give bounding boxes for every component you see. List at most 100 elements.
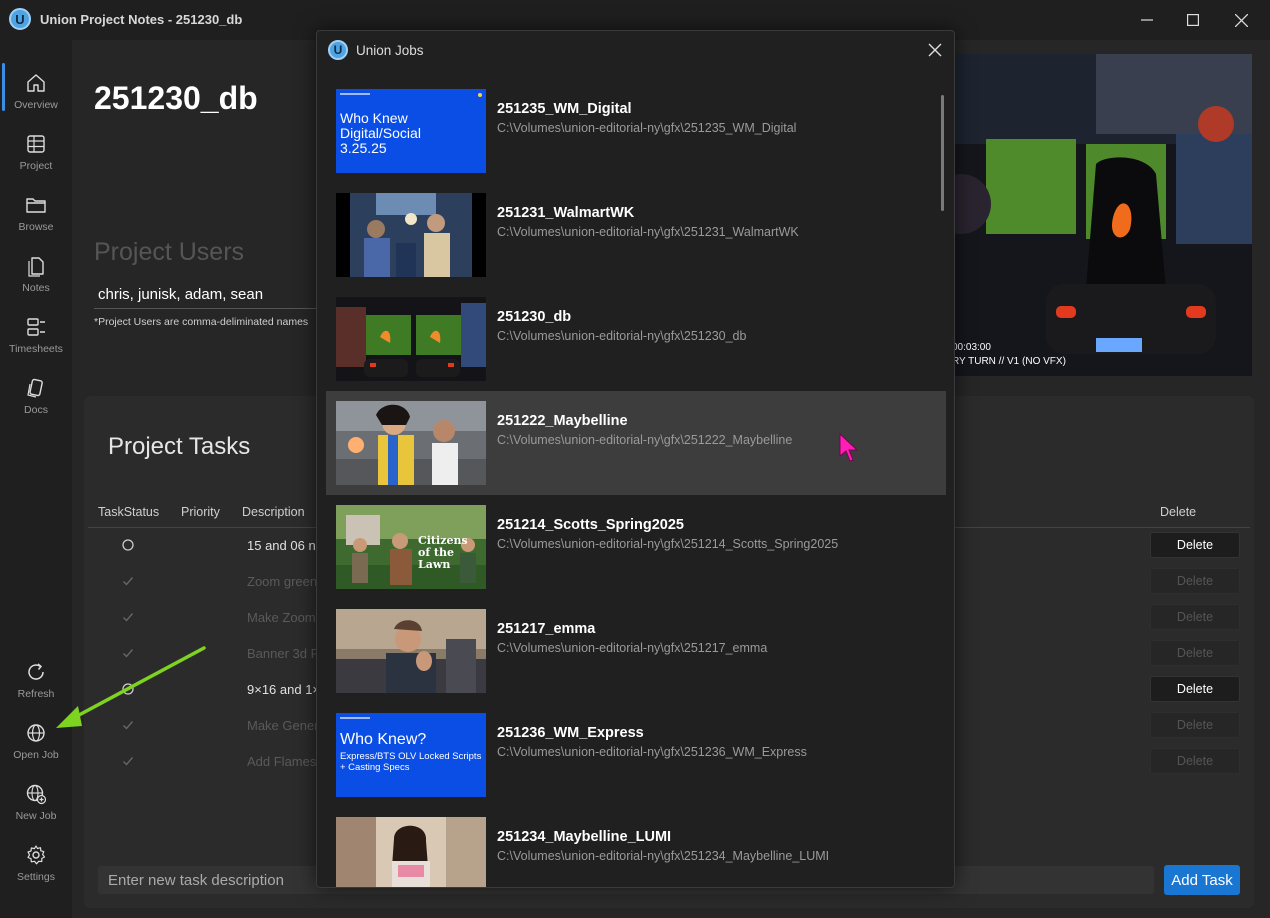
notes-icon [28, 257, 44, 277]
sidebar-item-browse[interactable]: Browse [0, 192, 72, 250]
annotation-arrow [56, 646, 206, 728]
sidebar-item-new-job[interactable]: New Job [0, 781, 72, 839]
job-thumbnail [336, 401, 486, 485]
dialog-title: Union Jobs [356, 43, 424, 58]
col-delete: Delete [1160, 505, 1197, 519]
task-description[interactable]: Make Zoom [247, 610, 316, 625]
preview-caption: RY TURN // V1 (NO VFX) [952, 356, 1066, 367]
list-item[interactable]: Who Knew? Express/BTS OLV Locked Scripts… [326, 703, 946, 807]
sidebar-item-docs[interactable]: Docs [0, 375, 72, 433]
project-users-note: *Project Users are comma-deliminated nam… [94, 316, 309, 328]
status-done-icon[interactable] [122, 611, 134, 623]
sidebar-item-settings[interactable]: Settings [0, 842, 72, 900]
job-name: 251214_Scotts_Spring2025 [497, 517, 684, 533]
list-item[interactable]: 251231_WalmartWK C:\Volumes\union-editor… [326, 183, 946, 287]
thumbnail-text: Who Knew? [340, 731, 427, 748]
job-name: 251217_emma [497, 621, 596, 637]
delete-button[interactable]: Delete [1150, 604, 1240, 630]
job-name: 251222_Maybelline [497, 413, 628, 429]
list-item[interactable]: 251230_db C:\Volumes\union-editorial-ny\… [326, 287, 946, 391]
add-task-button[interactable]: Add Task [1164, 865, 1240, 895]
task-description[interactable]: Banner 3d R [247, 646, 320, 661]
sidebar-item-project[interactable]: Project [0, 131, 72, 189]
job-name: 251235_WM_Digital [497, 101, 632, 117]
job-thumbnail: Who Knew Digital/Social 3.25.25 [336, 89, 486, 173]
job-thumbnail: Citizens of the Lawn [336, 505, 486, 589]
minimize-icon [1141, 19, 1153, 21]
list-item[interactable]: Citizens of the Lawn 251214_Scotts_Sprin… [326, 495, 946, 599]
sidebar: Overview Project Browse Notes Timesheets… [0, 40, 72, 918]
job-name: 251230_db [497, 309, 572, 325]
project-users-input[interactable]: chris, junisk, adam, sean [94, 281, 334, 309]
job-thumbnail [336, 193, 486, 277]
scrollbar[interactable] [941, 95, 944, 211]
delete-button[interactable]: Delete [1150, 532, 1240, 558]
sidebar-item-label: Project [19, 160, 53, 172]
delete-button[interactable]: Delete [1150, 712, 1240, 738]
project-preview-image: 00:03:00 RY TURN // V1 (NO VFX) [946, 54, 1252, 376]
close-button[interactable] [1218, 6, 1264, 34]
maximize-button[interactable] [1170, 6, 1216, 34]
maximize-icon [1187, 14, 1199, 26]
col-taskstatus[interactable]: TaskStatus [98, 505, 159, 519]
sidebar-item-timesheets[interactable]: Timesheets [0, 314, 72, 372]
sidebar-item-label: Settings [17, 871, 55, 883]
delete-button[interactable]: Delete [1150, 640, 1240, 666]
job-thumbnail: Who Knew? Express/BTS OLV Locked Scripts… [336, 713, 486, 797]
page-title: 251230_db [94, 80, 258, 116]
delete-button[interactable]: Delete [1150, 568, 1240, 594]
task-description[interactable]: 15 and 06 no [247, 538, 323, 553]
mouse-cursor-icon [839, 432, 859, 462]
job-thumbnail [336, 609, 486, 693]
sidebar-item-label: Notes [22, 282, 50, 294]
status-done-icon[interactable] [122, 755, 134, 767]
list-item[interactable]: 251234_Maybelline_LUMI C:\Volumes\union-… [326, 807, 946, 887]
project-users-heading: Project Users [94, 238, 245, 266]
list-item[interactable]: 251217_emma C:\Volumes\union-editorial-n… [326, 599, 946, 703]
sidebar-item-notes[interactable]: Notes [0, 253, 72, 311]
minimize-button[interactable] [1124, 6, 1170, 34]
status-done-icon[interactable] [122, 575, 134, 587]
close-icon [1234, 13, 1248, 27]
thumbnail-text: Citizens of the Lawn [418, 534, 468, 571]
sidebar-item-label: Browse [18, 221, 54, 233]
folder-icon [26, 198, 46, 213]
job-path: C:\Volumes\union-editorial-ny\gfx\251235… [497, 121, 797, 135]
delete-button[interactable]: Delete [1150, 748, 1240, 774]
sidebar-item-label: Overview [14, 99, 58, 111]
status-open-icon[interactable] [122, 539, 134, 551]
job-path: C:\Volumes\union-editorial-ny\gfx\251214… [497, 537, 839, 551]
gear-icon [27, 845, 46, 865]
sidebar-item-label: Timesheets [9, 343, 63, 355]
job-name: 251234_Maybelline_LUMI [497, 829, 672, 845]
col-priority[interactable]: Priority [181, 505, 220, 519]
sidebar-item-label: Refresh [17, 688, 55, 700]
thumbnail-text: Who Knew Digital/Social 3.25.25 [340, 110, 421, 156]
col-description[interactable]: Description [242, 505, 305, 519]
task-description[interactable]: Make Gener [247, 718, 319, 733]
globe-icon [27, 724, 45, 742]
task-description[interactable]: 9×16 and 1× [247, 682, 320, 697]
task-description[interactable]: Zoom green [247, 574, 317, 589]
thumbnail-subtext: Express/BTS OLV Locked Scripts + Casting… [340, 751, 482, 773]
home-icon [27, 74, 45, 92]
sidebar-item-label: Docs [24, 404, 48, 416]
timesheet-icon [27, 318, 45, 336]
job-path: C:\Volumes\union-editorial-ny\gfx\251230… [497, 329, 747, 343]
job-path: C:\Volumes\union-editorial-ny\gfx\251231… [497, 225, 799, 239]
docs-icon [27, 378, 43, 398]
sidebar-item-overview[interactable]: Overview [0, 70, 72, 128]
close-icon[interactable] [925, 40, 945, 60]
job-thumbnail [336, 817, 486, 887]
app-logo: U [9, 8, 31, 30]
job-name: 251231_WalmartWK [497, 205, 635, 221]
job-path: C:\Volumes\union-editorial-ny\gfx\251217… [497, 641, 768, 655]
job-path: C:\Volumes\union-editorial-ny\gfx\251222… [497, 433, 793, 447]
globe-plus-icon [26, 784, 47, 805]
list-item[interactable]: Who Knew Digital/Social 3.25.25 251235_W… [326, 79, 946, 183]
task-description[interactable]: Add Flames [247, 754, 316, 769]
job-list[interactable]: Who Knew Digital/Social 3.25.25 251235_W… [317, 79, 954, 887]
tasks-heading: Project Tasks [108, 433, 251, 460]
delete-button[interactable]: Delete [1150, 676, 1240, 702]
job-name: 251236_WM_Express [497, 725, 644, 741]
